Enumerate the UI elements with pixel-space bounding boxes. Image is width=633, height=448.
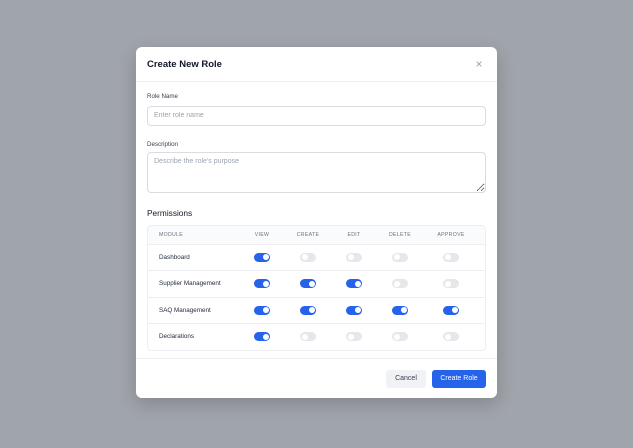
table-row: Dashboard — [148, 243, 485, 271]
module-name: Supplier Management — [159, 280, 221, 288]
create-permission-toggle[interactable] — [300, 305, 316, 315]
toggle-knob — [347, 333, 354, 340]
permission-cell-create — [285, 279, 331, 289]
toggle-knob — [400, 307, 407, 314]
permission-cell-create — [285, 305, 331, 315]
delete-permission-toggle[interactable] — [392, 252, 408, 262]
toggle-knob — [308, 307, 315, 314]
permission-cell-view — [239, 252, 285, 262]
toggle-knob — [301, 254, 308, 261]
approve-permission-toggle[interactable] — [443, 332, 459, 342]
permission-cell-approve — [423, 279, 479, 289]
edit-permission-toggle[interactable] — [346, 332, 362, 342]
approve-permission-toggle[interactable] — [443, 305, 459, 315]
table-row: Supplier Management — [148, 270, 485, 297]
toggle-knob — [444, 333, 451, 340]
permission-cell-edit — [331, 279, 377, 289]
permissions-table: MODULE VIEW CREATE EDIT DELETE APPROVE D… — [147, 224, 486, 351]
role-name-label: Role Name — [147, 93, 178, 100]
module-name: Dashboard — [159, 253, 190, 261]
edit-permission-toggle[interactable] — [346, 305, 362, 315]
delete-permission-toggle[interactable] — [392, 279, 408, 289]
role-name-input[interactable] — [147, 105, 486, 126]
view-permission-toggle[interactable] — [254, 279, 270, 289]
permission-cell-delete — [377, 252, 423, 262]
permission-cell-create — [285, 252, 331, 262]
permissions-title: Permissions — [147, 207, 193, 218]
modal-title: Create New Role — [147, 58, 222, 70]
permission-cell-delete — [377, 305, 423, 315]
create-role-modal: Create New Role × Role Name Description … — [136, 47, 497, 398]
table-row: Declarations — [148, 323, 485, 350]
toggle-knob — [262, 254, 269, 261]
description-textarea[interactable] — [147, 151, 486, 193]
toggle-knob — [347, 254, 354, 261]
create-permission-toggle[interactable] — [300, 279, 316, 289]
delete-permission-toggle[interactable] — [392, 305, 408, 315]
delete-permission-toggle[interactable] — [392, 332, 408, 342]
create-permission-toggle[interactable] — [300, 332, 316, 342]
toggle-knob — [393, 333, 400, 340]
column-header-edit: EDIT — [347, 231, 361, 238]
column-header-module: MODULE — [159, 231, 183, 238]
create-role-button[interactable]: Create Role — [432, 369, 486, 388]
permission-cell-view — [239, 332, 285, 342]
toggle-knob — [444, 280, 451, 287]
toggle-knob — [262, 307, 269, 314]
permission-cell-edit — [331, 252, 377, 262]
permission-cell-view — [239, 305, 285, 315]
view-permission-toggle[interactable] — [254, 252, 270, 262]
toggle-knob — [444, 254, 451, 261]
permission-cell-approve — [423, 305, 479, 315]
module-name: Declarations — [159, 333, 194, 341]
modal-footer: Cancel Create Role — [136, 358, 497, 398]
approve-permission-toggle[interactable] — [443, 279, 459, 289]
permission-cell-edit — [331, 332, 377, 342]
toggle-knob — [262, 280, 269, 287]
column-header-approve: APPROVE — [437, 231, 465, 238]
toggle-knob — [354, 280, 361, 287]
approve-permission-toggle[interactable] — [443, 252, 459, 262]
permission-cell-delete — [377, 279, 423, 289]
toggle-knob — [308, 280, 315, 287]
modal-body: Role Name Description Permissions MODULE… — [136, 82, 497, 351]
permission-cell-create — [285, 332, 331, 342]
permission-cell-view — [239, 279, 285, 289]
modal-header: Create New Role × — [136, 47, 497, 82]
table-row: SAQ Management — [148, 296, 485, 324]
column-header-delete: DELETE — [389, 231, 411, 238]
column-header-create: CREATE — [296, 231, 320, 238]
toggle-knob — [301, 333, 308, 340]
toggle-knob — [451, 307, 458, 314]
permissions-table-header: MODULE VIEW CREATE EDIT DELETE APPROVE — [148, 225, 485, 244]
permission-cell-approve — [423, 332, 479, 342]
permission-cell-edit — [331, 305, 377, 315]
permission-cell-delete — [377, 332, 423, 342]
permission-cell-approve — [423, 252, 479, 262]
permissions-table-body: Dashboard Supplier Management SAQ Manageme… — [148, 243, 485, 350]
column-header-view: VIEW — [254, 231, 270, 238]
edit-permission-toggle[interactable] — [346, 252, 362, 262]
view-permission-toggle[interactable] — [254, 305, 270, 315]
create-permission-toggle[interactable] — [300, 252, 316, 262]
toggle-knob — [393, 280, 400, 287]
toggle-knob — [262, 333, 269, 340]
module-name: SAQ Management — [159, 306, 211, 314]
cancel-button[interactable]: Cancel — [386, 369, 426, 388]
description-label: Description — [147, 140, 178, 148]
toggle-knob — [393, 254, 400, 261]
view-permission-toggle[interactable] — [254, 332, 270, 342]
close-icon[interactable]: × — [472, 57, 486, 71]
toggle-knob — [354, 307, 361, 314]
edit-permission-toggle[interactable] — [346, 279, 362, 289]
